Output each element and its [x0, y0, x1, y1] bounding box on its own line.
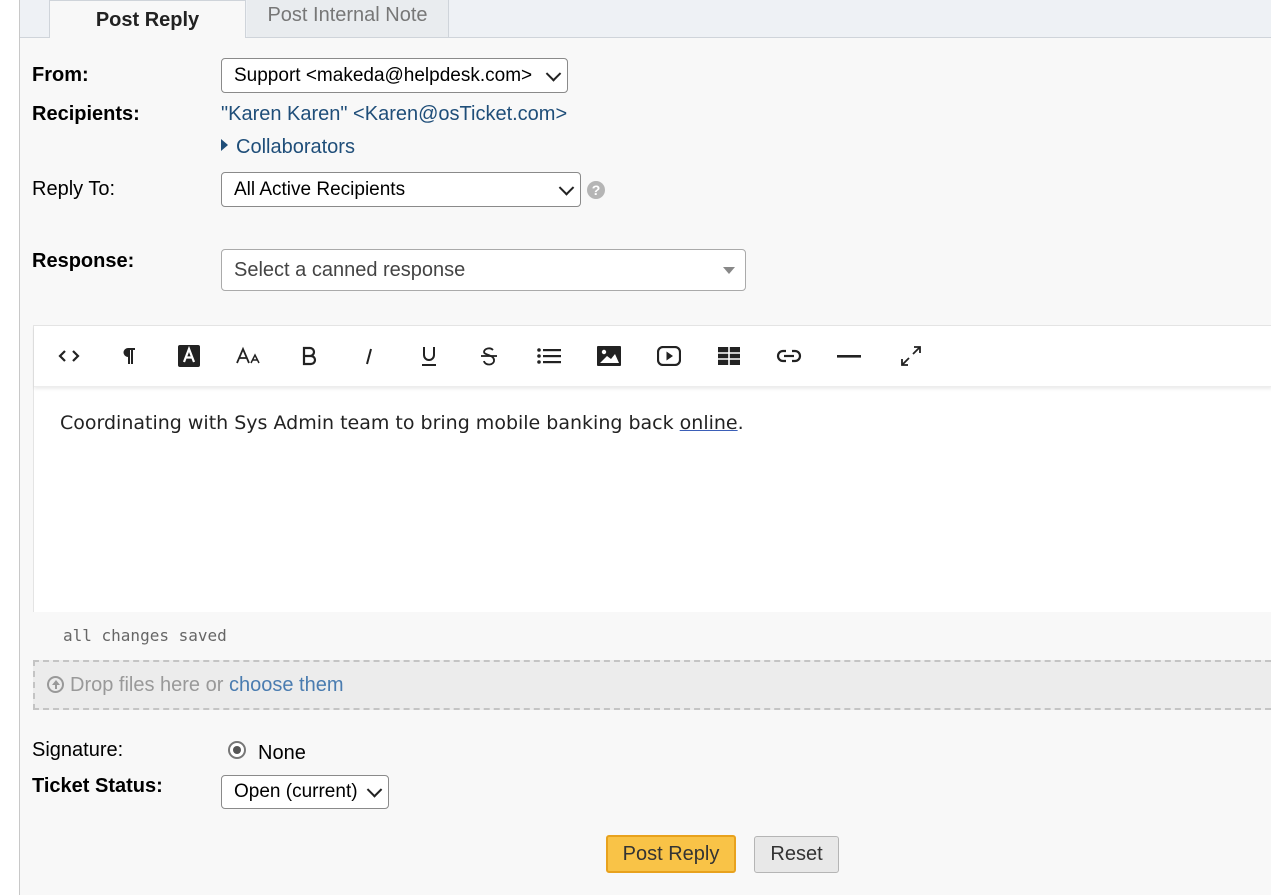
- bold-icon[interactable]: [294, 342, 324, 370]
- signature-none-radio[interactable]: [228, 741, 246, 759]
- recipients-label: Recipients:: [32, 103, 140, 125]
- video-icon[interactable]: [654, 342, 684, 370]
- reset-button[interactable]: Reset: [754, 836, 839, 873]
- choose-files-link[interactable]: choose them: [229, 674, 344, 696]
- collaborators-toggle[interactable]: Collaborators: [221, 136, 355, 159]
- from-select[interactable]: Support <makeda@helpdesk.com>: [221, 58, 568, 93]
- signature-none-label: None: [258, 742, 306, 764]
- dropzone-text: Drop files here or: [70, 674, 229, 696]
- list-icon[interactable]: [534, 342, 564, 370]
- italic-icon[interactable]: [354, 342, 384, 370]
- editor-content[interactable]: Coordinating with Sys Admin team to brin…: [60, 412, 744, 434]
- paragraph-icon[interactable]: [114, 342, 144, 370]
- image-icon[interactable]: [594, 342, 624, 370]
- response-label: Response:: [32, 250, 135, 272]
- caret-right-icon: [221, 139, 228, 151]
- font-size-icon[interactable]: [234, 342, 264, 370]
- strikethrough-icon[interactable]: [474, 342, 504, 370]
- editor-spellcheck-word: online: [679, 412, 738, 434]
- collaborators-label: Collaborators: [236, 136, 355, 158]
- code-view-icon[interactable]: [54, 342, 84, 370]
- canned-response-placeholder: Select a canned response: [234, 259, 466, 281]
- link-icon[interactable]: [774, 342, 804, 370]
- horizontal-rule-icon[interactable]: [834, 342, 864, 370]
- from-select-value: Support <makeda@helpdesk.com>: [234, 65, 533, 86]
- chevron-down-icon: [558, 179, 575, 196]
- from-label: From:: [32, 64, 89, 86]
- ticket-status-label: Ticket Status:: [32, 775, 163, 797]
- editor-toolbar: [34, 326, 1271, 387]
- reply-to-select-value: All Active Recipients: [234, 179, 406, 200]
- tab-post-internal-note[interactable]: Post Internal Note: [247, 0, 449, 37]
- fullscreen-icon[interactable]: [896, 342, 926, 370]
- canned-response-select[interactable]: Select a canned response: [221, 249, 746, 291]
- tab-bar: Post Reply Post Internal Note: [20, 0, 1271, 38]
- editor-text-end: .: [737, 412, 744, 434]
- chevron-down-icon: [545, 65, 562, 82]
- ticket-status-select-value: Open (current): [234, 781, 358, 802]
- table-icon[interactable]: [714, 342, 744, 370]
- dropdown-arrow-icon: [723, 267, 735, 274]
- recipient-link[interactable]: "Karen Karen" <Karen@osTicket.com>: [221, 103, 567, 126]
- editor-text: Coordinating with Sys Admin team to brin…: [60, 412, 680, 434]
- file-dropzone[interactable]: Drop files here or choose them: [33, 660, 1271, 710]
- reply-to-label: Reply To:: [32, 178, 116, 200]
- rich-text-editor: Coordinating with Sys Admin team to brin…: [33, 325, 1271, 612]
- underline-icon[interactable]: [414, 342, 444, 370]
- tab-post-reply[interactable]: Post Reply: [49, 0, 246, 38]
- help-icon[interactable]: ?: [587, 181, 605, 199]
- signature-label: Signature:: [32, 739, 124, 761]
- post-reply-button[interactable]: Post Reply: [606, 835, 736, 873]
- chevron-down-icon: [366, 782, 383, 798]
- upload-icon: [47, 676, 64, 693]
- reply-to-select[interactable]: All Active Recipients: [221, 172, 581, 207]
- save-status: all changes saved: [63, 626, 227, 645]
- text-color-icon[interactable]: [174, 342, 204, 370]
- ticket-status-select[interactable]: Open (current): [221, 775, 389, 809]
